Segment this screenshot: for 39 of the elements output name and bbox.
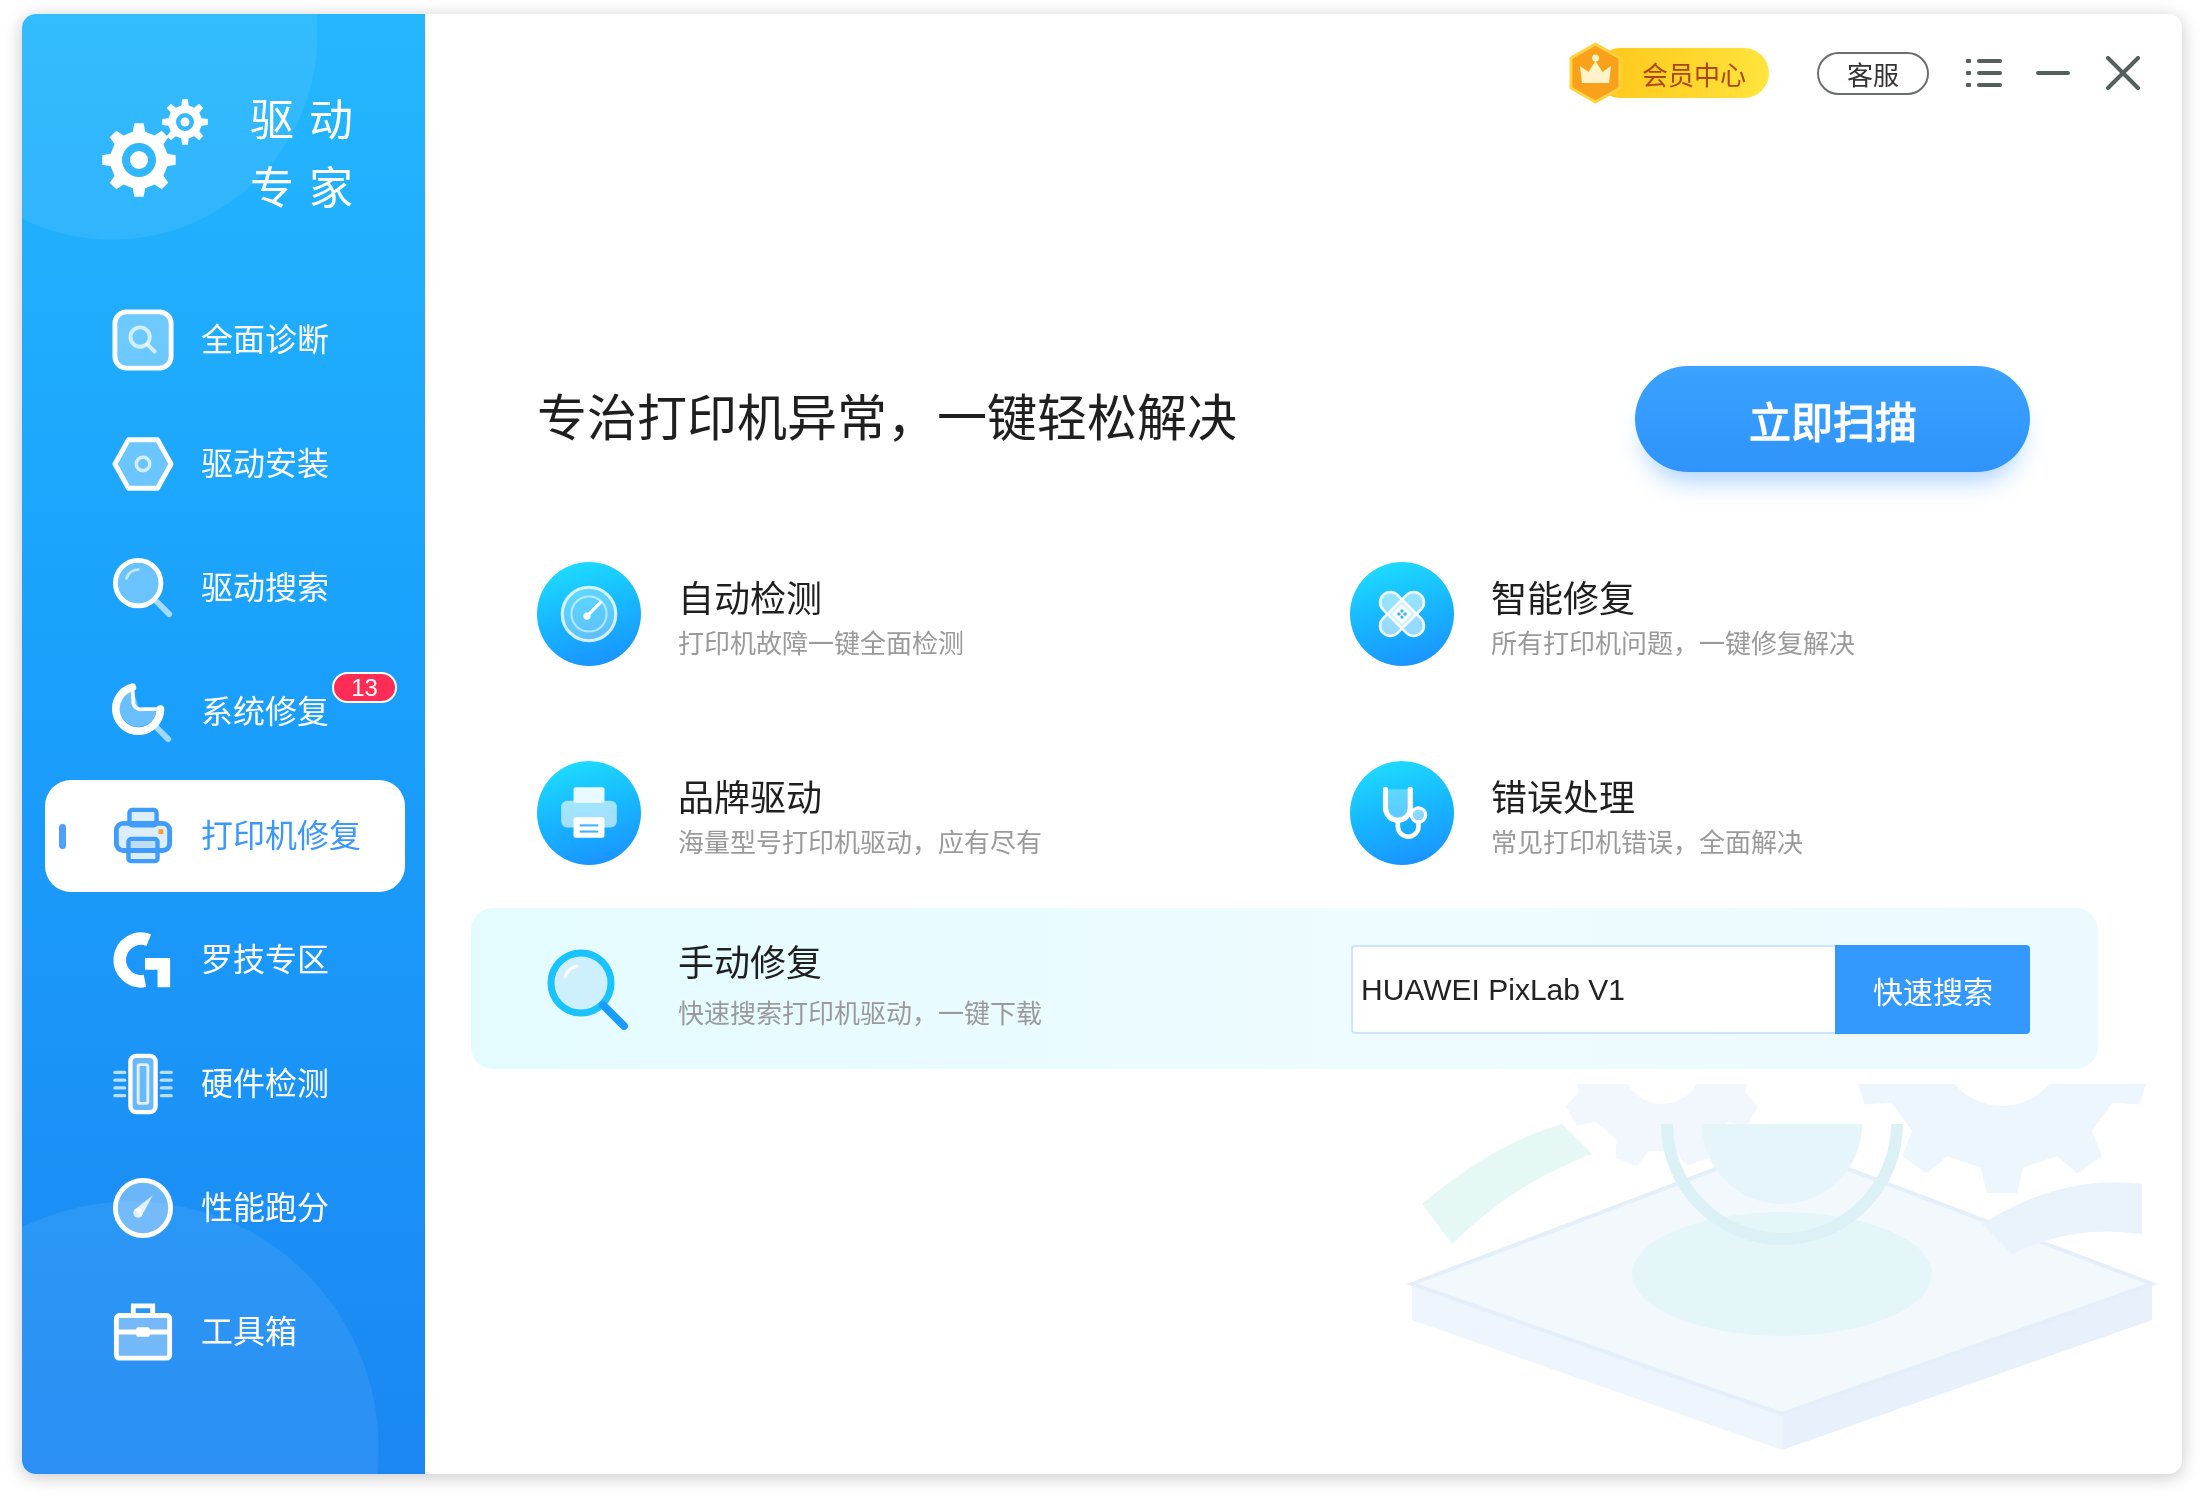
feature-description: 海量型号打印机驱动，应有尽有 <box>678 827 1042 860</box>
magnifier-tile-icon <box>112 309 174 371</box>
sidebar-item[interactable]: 驱动搜索 <box>45 532 405 644</box>
wrench-icon <box>112 681 174 743</box>
sidebar-item[interactable]: 性能跑分 <box>45 1152 405 1264</box>
feature-description: 所有打印机问题，一键修复解决 <box>1491 628 1855 661</box>
panel-title: 手动修复 <box>678 942 823 986</box>
feature-title: 错误处理 <box>1491 777 1636 821</box>
panel-description: 快速搜索打印机驱动，一键下载 <box>678 998 1042 1031</box>
headline: 专治打印机异常，一键轻松解决 <box>537 390 1237 449</box>
feature-title: 自动检测 <box>678 578 823 622</box>
vip-center-button[interactable]: 会员中心 <box>1569 42 1769 104</box>
sidebar-item[interactable]: 打印机修复 <box>45 780 405 892</box>
crown-icon <box>1569 42 1622 104</box>
feature-title: 智能修复 <box>1491 578 1636 622</box>
menu-icon[interactable] <box>1966 59 2002 87</box>
selection-indicator <box>59 823 66 849</box>
feature-title: 品牌驱动 <box>678 777 823 821</box>
logo-text: 驱动专家 <box>250 95 369 215</box>
search-field[interactable]: HUAWEI PixLab V1 <box>1351 945 1835 1034</box>
quick-search-button[interactable]: 快速搜索 <box>1835 945 2030 1034</box>
sidebar-item[interactable]: 驱动安装 <box>45 408 405 520</box>
feature-description: 常见打印机错误，全面解决 <box>1491 827 1803 860</box>
gauge-icon <box>112 1177 174 1239</box>
sidebar-item[interactable]: 系统修复 13 <box>45 656 405 768</box>
scan-now-button[interactable]: 立即扫描 <box>1635 366 2030 472</box>
toolbox-icon <box>112 1301 174 1363</box>
chip-icon <box>112 1053 174 1115</box>
sidebar-item[interactable]: 工具箱 <box>45 1276 405 1388</box>
close-icon[interactable] <box>2106 56 2140 90</box>
feature-description: 打印机故障一键全面检测 <box>678 628 964 661</box>
sidebar-item[interactable]: 全面诊断 <box>45 284 405 396</box>
sidebar-item[interactable]: 罗技专区 <box>45 904 405 1016</box>
sidebar-item[interactable]: 硬件检测 <box>45 1028 405 1140</box>
search-icon <box>112 557 174 619</box>
customer-service-button[interactable]: 客服 <box>1817 51 1929 95</box>
count-badge: 13 <box>332 672 397 703</box>
gears-logo-icon <box>101 98 208 197</box>
minimize-icon[interactable] <box>2036 71 2070 75</box>
